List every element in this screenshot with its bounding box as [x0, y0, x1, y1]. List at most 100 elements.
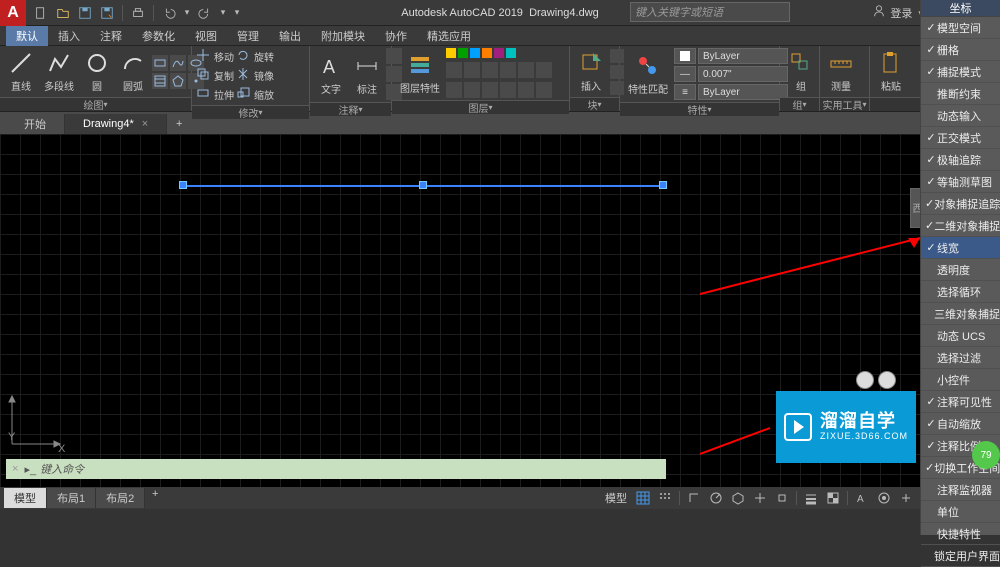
layer-off-icon[interactable] [482, 62, 498, 78]
rotate-button[interactable]: 旋转 [236, 48, 274, 65]
lineweight-toggle-icon[interactable] [801, 489, 821, 507]
close-tab-icon[interactable]: × [142, 118, 148, 130]
layer-color-dropdown[interactable]: ByLayer [698, 48, 788, 64]
context-item-6[interactable]: ✓极轴追踪 [921, 149, 1000, 171]
context-item-3[interactable]: 推断约束 [921, 83, 1000, 105]
mirror-button[interactable]: 镜像 [236, 67, 274, 84]
menu-tab-1[interactable]: 插入 [48, 26, 90, 46]
layer-iso-icon[interactable] [500, 62, 516, 78]
help-search-input[interactable]: 键入关键字或短语 [630, 2, 790, 22]
workspace-toggle-icon[interactable] [874, 489, 894, 507]
qat-customize-dropdown[interactable] [232, 4, 242, 22]
context-item-9[interactable]: ✓二维对象捕捉 [921, 215, 1000, 237]
linetype-dropdown[interactable]: ByLayer [698, 84, 788, 100]
new-drawing-tab[interactable]: + [167, 114, 191, 134]
context-item-7[interactable]: ✓等轴测草图 [921, 171, 1000, 193]
drawing-canvas[interactable]: YX × ▸_ 键入命令 溜溜自学 ZIXUE.3D66.COM [0, 134, 1000, 487]
context-item-18[interactable]: ✓自动缩放 [921, 413, 1000, 435]
menu-tab-8[interactable]: 协作 [375, 26, 417, 46]
osnap-track-icon[interactable] [750, 489, 770, 507]
context-item-1[interactable]: ✓栅格 [921, 39, 1000, 61]
layout-tab-0[interactable]: 模型 [4, 488, 47, 508]
layer-freeze-icon[interactable] [446, 62, 462, 78]
layer-more3-icon[interactable] [482, 82, 498, 98]
layer-more2-icon[interactable] [464, 82, 480, 98]
hatch-icon[interactable] [152, 73, 168, 89]
plot-icon[interactable] [129, 4, 147, 22]
layer-match-icon[interactable] [536, 62, 552, 78]
scale-button[interactable]: 缩放 [236, 86, 274, 103]
group-button[interactable]: 组 [784, 48, 818, 95]
layer-swatch[interactable] [506, 48, 516, 58]
context-item-12[interactable]: 选择循环 [921, 281, 1000, 303]
context-item-0[interactable]: ✓模型空间 [921, 17, 1000, 39]
measure-button[interactable]: 测量 [824, 48, 858, 95]
grip-mid[interactable] [419, 181, 427, 189]
context-item-21[interactable]: 注释监视器 [921, 479, 1000, 501]
layer-state-icons[interactable] [446, 48, 552, 58]
undo-icon[interactable] [160, 4, 178, 22]
user-icon[interactable] [872, 4, 886, 21]
layer-more6-icon[interactable] [536, 82, 552, 98]
saveas-icon[interactable] [98, 4, 116, 22]
insert-block-button[interactable]: 插入 [574, 48, 608, 95]
menu-tab-5[interactable]: 管理 [227, 26, 269, 46]
layer-properties-button[interactable]: 图层特性 [396, 50, 444, 97]
context-item-22[interactable]: 单位 [921, 501, 1000, 523]
grid-toggle-icon[interactable] [633, 489, 653, 507]
menu-tab-9[interactable]: 精选应用 [417, 26, 481, 46]
copy-button[interactable]: 复制 [196, 67, 234, 84]
context-item-10[interactable]: ✓线宽 [921, 237, 1000, 259]
paste-button[interactable]: 粘贴 [874, 48, 908, 95]
grip-end[interactable] [659, 181, 667, 189]
command-close-icon[interactable]: × [12, 463, 18, 475]
viewcube-tab[interactable]: 西 [910, 188, 920, 228]
match-properties-button[interactable]: 特性匹配 [624, 51, 672, 98]
layer-merge-icon[interactable] [518, 62, 534, 78]
rectangle-icon[interactable] [152, 55, 168, 71]
layer-more5-icon[interactable] [518, 82, 534, 98]
context-item-4[interactable]: 动态输入 [921, 105, 1000, 127]
menu-tab-0[interactable]: 默认 [6, 26, 48, 46]
transparency-toggle-icon[interactable] [823, 489, 843, 507]
layer-swatch[interactable] [458, 48, 468, 58]
context-item-2[interactable]: ✓捕捉模式 [921, 61, 1000, 83]
save-icon[interactable] [76, 4, 94, 22]
layer-swatch[interactable] [470, 48, 480, 58]
layer-lock-icon[interactable] [464, 62, 480, 78]
annotation-scale-icon[interactable]: A [852, 489, 872, 507]
context-item-17[interactable]: ✓注释可见性 [921, 391, 1000, 413]
polyline-button[interactable]: 多段线 [40, 48, 78, 95]
context-item-16[interactable]: 小控件 [921, 369, 1000, 391]
open-icon[interactable] [54, 4, 72, 22]
context-item-23[interactable]: 快捷特性 [921, 523, 1000, 545]
layer-more4-icon[interactable] [500, 82, 516, 98]
stretch-button[interactable]: 拉伸 [196, 86, 234, 103]
polar-toggle-icon[interactable] [706, 489, 726, 507]
menu-tab-6[interactable]: 输出 [269, 26, 311, 46]
layer-swatch[interactable] [494, 48, 504, 58]
text-button[interactable]: A文字 [314, 51, 348, 98]
lineweight-dropdown[interactable]: 0.007" [698, 66, 788, 82]
add-layout-tab[interactable]: + [145, 488, 165, 508]
dimension-button[interactable]: 标注 [350, 51, 384, 98]
doc-tab-0[interactable]: 开始 [6, 114, 65, 134]
osnap-toggle-icon[interactable] [772, 489, 792, 507]
doc-tab-1[interactable]: Drawing4*× [65, 114, 167, 134]
menu-tab-7[interactable]: 附加模块 [311, 26, 375, 46]
context-item-14[interactable]: 动态 UCS [921, 325, 1000, 347]
notification-badge[interactable]: 79 [972, 441, 1000, 469]
context-item-13[interactable]: 三维对象捕捉 [921, 303, 1000, 325]
linetype-icon[interactable]: ≡ [674, 84, 696, 100]
layer-swatch[interactable] [446, 48, 456, 58]
context-item-24[interactable]: 锁定用户界面 [921, 545, 1000, 567]
context-item-11[interactable]: 透明度 [921, 259, 1000, 281]
snap-toggle-icon[interactable] [655, 489, 675, 507]
grip-start[interactable] [179, 181, 187, 189]
circle-button[interactable]: 圆 [80, 48, 114, 95]
context-item-8[interactable]: ✓对象捕捉追踪 [921, 193, 1000, 215]
lineweight-icon[interactable]: — [674, 66, 696, 82]
redo-icon[interactable] [196, 4, 214, 22]
arc-button[interactable]: 圆弧 [116, 48, 150, 95]
app-logo[interactable]: A [0, 0, 26, 26]
